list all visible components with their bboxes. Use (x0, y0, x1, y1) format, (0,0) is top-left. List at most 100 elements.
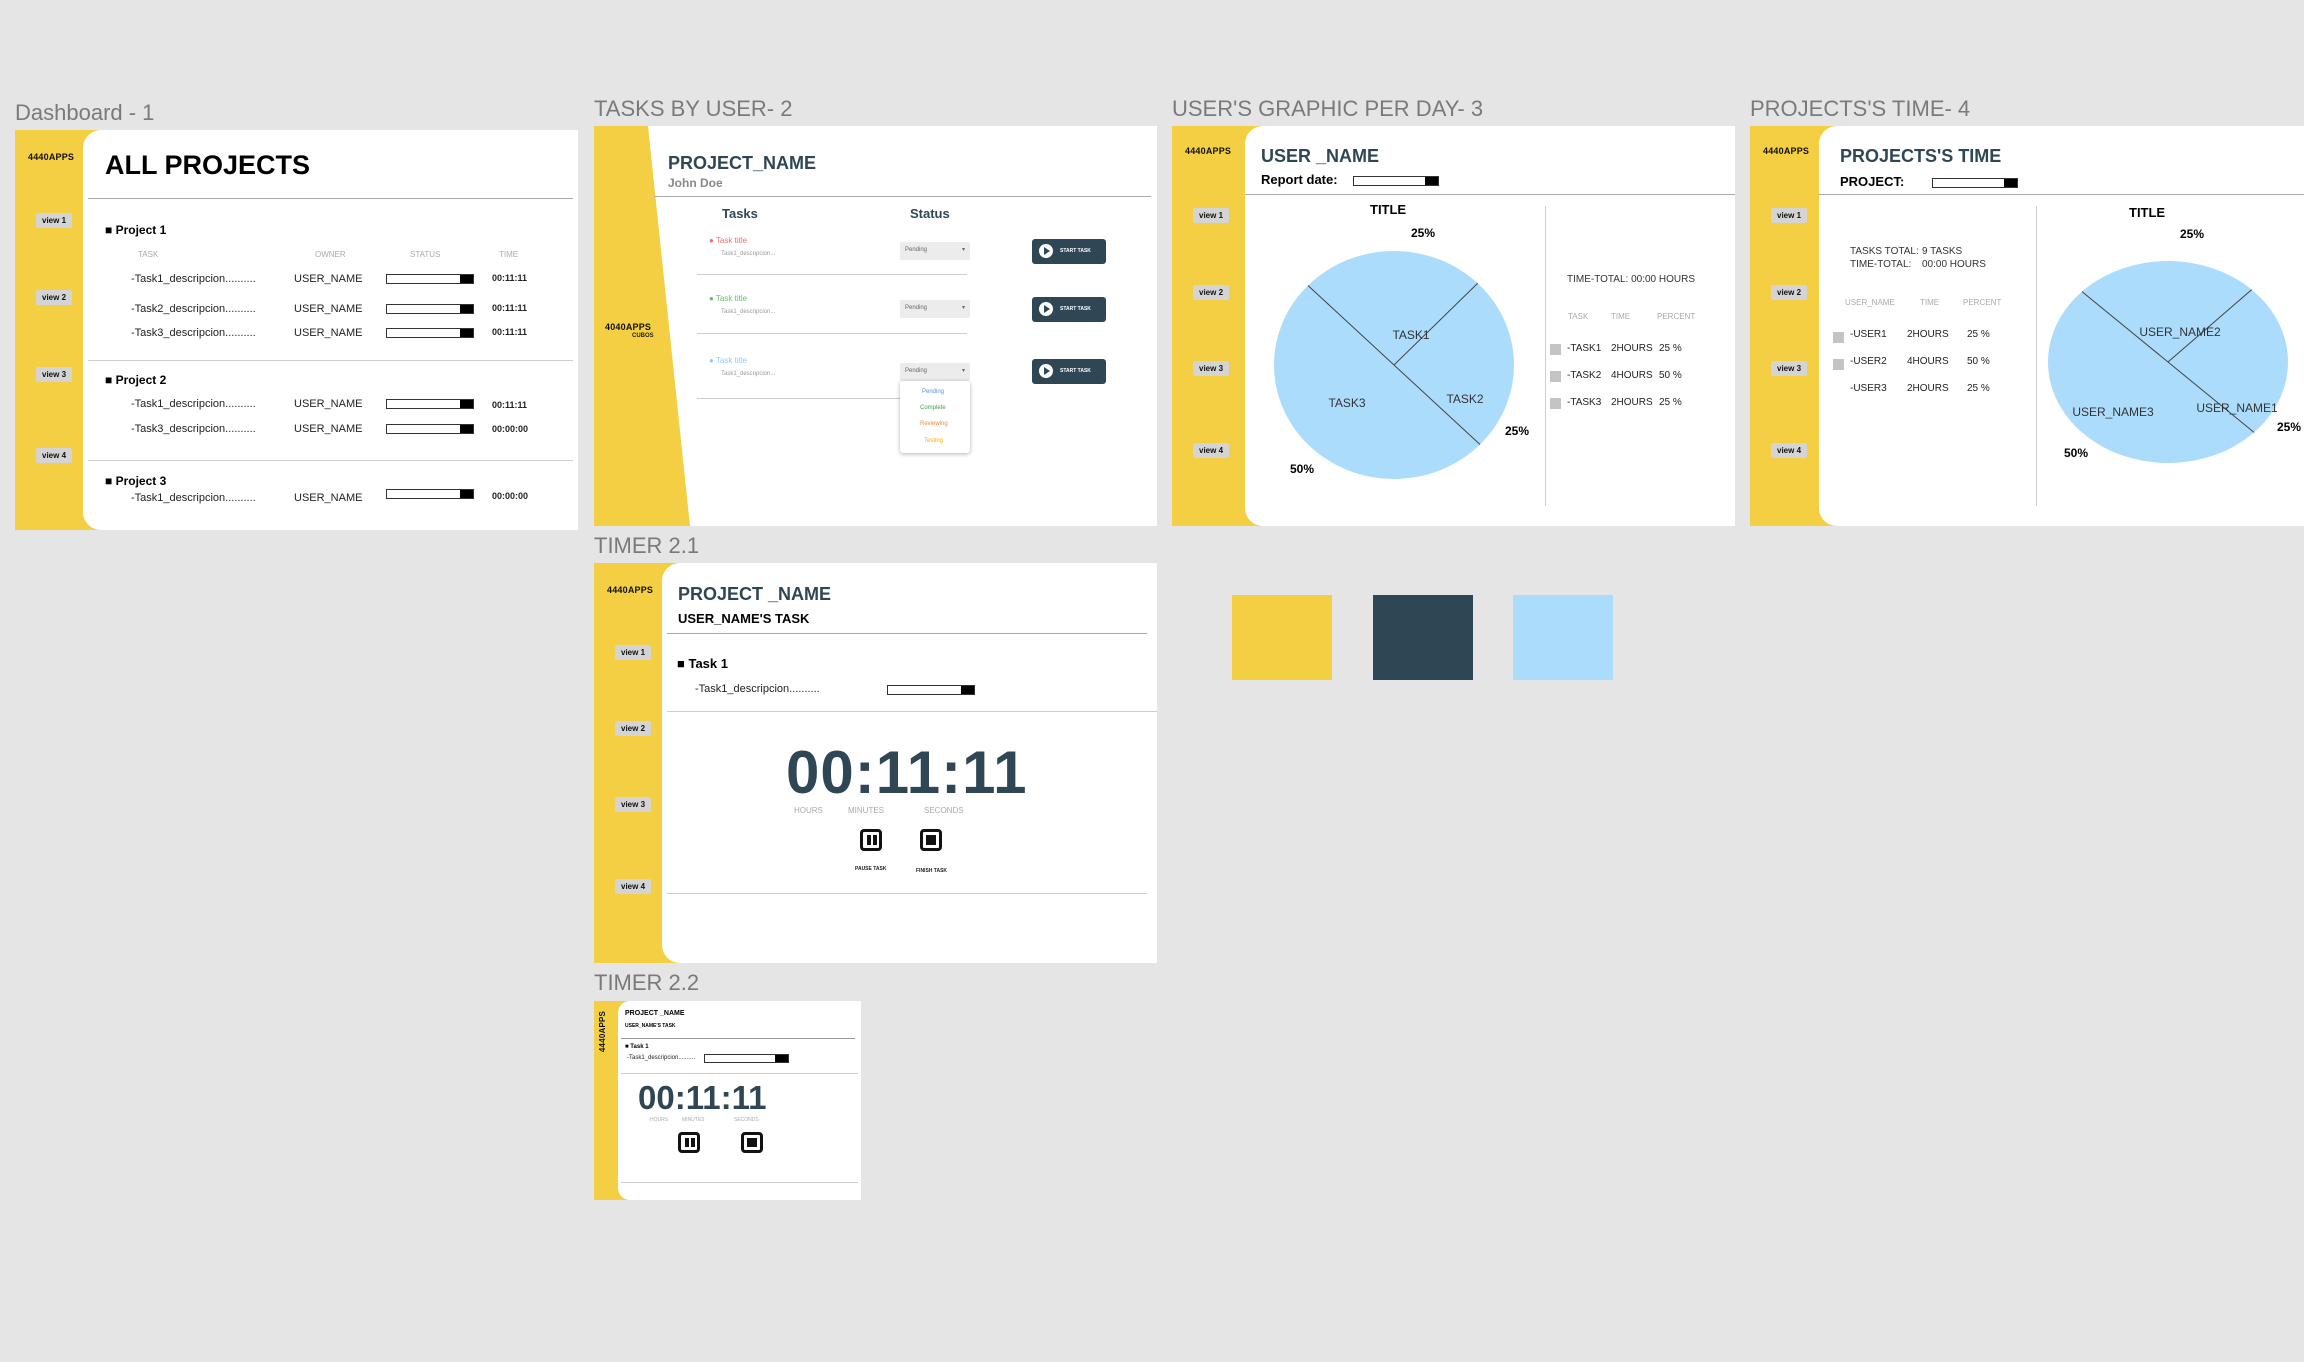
pie-percent-label: 25% (1411, 226, 1436, 240)
status-select[interactable]: Pending ▾ (900, 363, 970, 381)
nav-view-4[interactable]: view 4 (36, 448, 73, 463)
col-header-user: USER_NAME (1845, 298, 1895, 307)
finish-button[interactable] (920, 829, 942, 851)
dropdown-option[interactable]: Complete (920, 405, 946, 411)
dropdown-option[interactable]: Reviewing (920, 421, 948, 427)
start-task-button[interactable]: START TASK (1032, 239, 1106, 264)
pie-percent-label: 25% (1505, 424, 1530, 438)
task-desc: Task1_descripcion... (721, 371, 776, 377)
nav-view-4[interactable]: view 4 (1771, 443, 1808, 458)
start-task-button[interactable]: START TASK (1032, 359, 1106, 384)
legend-swatch (1550, 371, 1561, 382)
task-time: 00:00:00 (492, 491, 529, 501)
status-bar[interactable] (386, 328, 474, 338)
project-select[interactable] (1932, 178, 2018, 188)
nav-view-3[interactable]: view 3 (1771, 361, 1808, 376)
task-desc: -Task1_descripcion.......... (131, 398, 256, 410)
dropdown-option[interactable]: Testing (924, 438, 943, 444)
brand-logo: 4440APPS (1185, 146, 1232, 156)
pause-button[interactable] (678, 1132, 700, 1153)
finish-button[interactable] (741, 1132, 763, 1153)
task-title: ● Task title (709, 356, 748, 365)
task-time: 00:00:00 (492, 424, 529, 434)
color-swatch-lightblue (1513, 595, 1613, 680)
legend-swatch (1550, 398, 1561, 409)
status-bar[interactable] (386, 399, 474, 409)
project-title: PROJECT _NAME (678, 584, 832, 604)
status-bar[interactable] (386, 274, 474, 284)
legend-percent: 25 % (1967, 383, 1990, 394)
task-owner: USER_NAME (294, 273, 363, 285)
divider (621, 1038, 855, 1039)
divider (2036, 206, 2037, 506)
nav-view-1[interactable]: view 1 (615, 645, 652, 660)
pause-button[interactable] (860, 829, 882, 851)
status-bar[interactable] (386, 304, 474, 314)
unit-label: HOURS (794, 806, 823, 815)
status-bar[interactable] (386, 424, 474, 434)
pie-slice-label: TASK2 (1446, 392, 1483, 406)
nav-view-2[interactable]: view 2 (1771, 285, 1808, 300)
legend-swatch (1833, 359, 1844, 370)
chart-title: TITLE (1370, 202, 1407, 217)
col-header-owner: OWNER (315, 250, 346, 259)
nav-view-2[interactable]: view 2 (1193, 285, 1230, 300)
play-icon (1039, 244, 1053, 258)
nav-view-3[interactable]: view 3 (1193, 361, 1230, 376)
brand-logo: 4040APPS (605, 322, 652, 332)
divider (621, 1182, 858, 1183)
project-heading: ■ Project 1 (105, 223, 167, 237)
col-header-status: STATUS (410, 250, 441, 259)
project-title: PROJECT_NAME (668, 153, 817, 173)
legend-time: 4HOURS (1907, 356, 1949, 367)
play-icon (1039, 364, 1053, 378)
frame-label-tasks: TASKS BY USER- 2 (594, 96, 793, 121)
brand-logo: 4440APPS (28, 152, 75, 162)
status-bar[interactable] (887, 685, 975, 695)
pause-label: PAUSE TASK (855, 866, 887, 872)
page-title: ALL PROJECTS (105, 150, 311, 180)
status-bar[interactable] (386, 489, 474, 499)
nav-view-4[interactable]: view 4 (1193, 443, 1230, 458)
report-date-label: Report date: (1261, 172, 1338, 187)
time-total: TIME-TOTAL: 00:00 HOURS (1567, 274, 1695, 285)
frame-label-timer22: TIMER 2.2 (594, 970, 700, 995)
projtime-frame: 4440APPS view 1 view 2 view 3 view 4 PRO… (1750, 126, 2304, 526)
start-task-button[interactable]: START TASK (1032, 297, 1106, 322)
status-select[interactable]: Pending ▾ (900, 300, 970, 318)
pie-slice-label: TASK1 (1392, 328, 1429, 342)
report-date-input[interactable] (1353, 176, 1439, 186)
page-title: PROJECTS'S TIME (1840, 146, 2002, 166)
timer-panel-small: PROJECT _NAME USER_NAME'S TASK ■ Task 1 … (618, 1001, 861, 1200)
project-heading: ■ Project 3 (105, 474, 167, 488)
play-icon (1039, 302, 1053, 316)
nav-view-1[interactable]: view 1 (36, 213, 73, 228)
frame-label-graphic: USER'S GRAPHIC PER DAY- 3 (1172, 96, 1484, 121)
legend-percent: 25 % (1967, 329, 1990, 340)
unit-label: HOURS (650, 1117, 669, 1123)
nav-view-2[interactable]: view 2 (615, 721, 652, 736)
nav-view-1[interactable]: view 1 (1193, 208, 1230, 223)
pie-percent-label: 50% (2064, 446, 2089, 460)
col-header-task: TASK (138, 250, 159, 259)
pie-slice-label: USER_NAME1 (2196, 401, 2278, 415)
status-select[interactable]: Pending ▾ (900, 242, 970, 260)
status-bar[interactable] (704, 1054, 789, 1063)
legend-percent: 50 % (1967, 356, 1990, 367)
col-header-time: TIME (1611, 312, 1631, 321)
nav-view-3[interactable]: view 3 (615, 797, 652, 812)
nav-view-2[interactable]: view 2 (36, 290, 73, 305)
frame-label-dashboard: Dashboard - 1 (15, 100, 155, 125)
task-owner: USER_NAME (294, 492, 363, 504)
nav-view-1[interactable]: view 1 (1771, 208, 1808, 223)
nav-view-3[interactable]: view 3 (36, 367, 73, 382)
stop-icon (926, 835, 936, 845)
tasks-total-value: 9 TASKS (1922, 246, 1963, 257)
task-desc: Task1_descripcion... (721, 309, 776, 315)
dropdown-option[interactable]: Pending (922, 389, 944, 395)
pie-percent-label: 50% (1290, 462, 1315, 476)
nav-view-4[interactable]: view 4 (615, 879, 652, 894)
chevron-down-icon: ▾ (961, 368, 965, 374)
legend-percent: 50 % (1659, 370, 1682, 381)
pause-icon (873, 835, 877, 845)
